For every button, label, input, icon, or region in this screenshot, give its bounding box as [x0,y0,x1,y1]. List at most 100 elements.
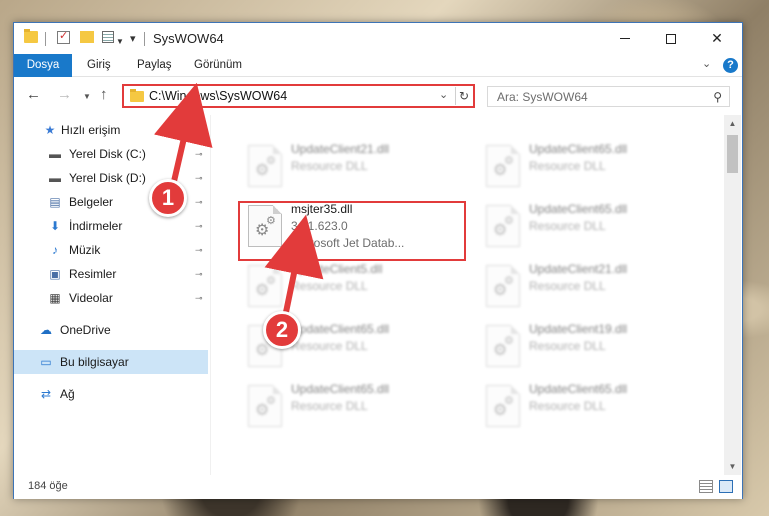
vertical-scrollbar[interactable]: ▲ ▼ [724,115,741,475]
customize-toolbar-icon[interactable]: ▾ [130,30,136,46]
pin-icon: ⊸ [195,244,203,255]
sidebar-item[interactable]: ▣ Resimler ⊸ [14,262,208,286]
quick-access-dropdown-icon[interactable]: ▼ [116,33,124,49]
file-detail: Resource DLL [529,339,606,353]
gear-icon: ⚙ [504,395,514,407]
sidebar-item-icon: ▬ [49,171,61,185]
sidebar-item[interactable]: ▭ Bu bilgisayar [14,350,208,374]
tab-file[interactable]: Dosya [14,54,72,77]
search-input[interactable]: Ara: SysWOW64 ⚲ [487,86,730,107]
close-icon: ✕ [711,30,723,46]
file-name: msjter35.dll [291,202,353,216]
file-item[interactable]: ⚙⚙ UpdateClient65.dll Resource DLL [481,379,709,437]
file-item[interactable]: ⚙ ⚙ UpdateClient5.dll Resource DLL [243,259,471,317]
dll-file-icon: ⚙⚙ [486,145,520,187]
sidebar-item-icon: ▣ [49,267,61,281]
sidebar-item-label: Müzik [69,243,101,257]
file-description: Microsoft Jet Datab... [291,236,405,250]
navigation-pane: ★ Hızlı erişim ▬ Yerel Disk (C:) ⊸ ▬ Yerel Dis… [14,115,210,475]
file-item[interactable]: ⚙ ⚙ UpdateClient19.dll Resource DLL [481,319,709,377]
details-view-icon[interactable] [699,480,713,493]
properties-icon[interactable] [102,31,114,43]
file-name: UpdateClient21.dll [529,262,628,276]
expand-ribbon-icon[interactable]: ⌄ [702,57,711,70]
address-path[interactable]: C:\Windows\SysWOW64 [149,89,287,103]
dll-file-icon: ⚙⚙ [248,205,282,247]
file-detail: Resource DLL [529,279,606,293]
large-icons-view-icon[interactable] [719,480,733,493]
sidebar-item-label: Hızlı erişim [61,123,121,137]
maximize-button[interactable] [648,23,694,54]
toolbar-divider [144,32,145,46]
title-bar: ▼ ▾ SysWOW64 ✕ [14,23,742,54]
dll-file-icon: ⚙⚙ [248,145,282,187]
file-name: UpdateClient65.dll [529,382,628,396]
file-name: UpdateClient21.dll [291,142,390,156]
chevron-down-icon[interactable]: ⌄ [439,88,448,101]
address-bar[interactable]: C:\Windows\SysWOW64 ⌄ ↻ [122,84,475,108]
sidebar-item-icon: ▭ [40,355,52,369]
sidebar-item-icon: ☁ [40,323,52,337]
sidebar-item-label: Videolar [69,291,113,305]
file-detail: Resource DLL [529,159,606,173]
sidebar-item[interactable]: ▬ Yerel Disk (C:) ⊸ [14,142,208,166]
file-name: UpdateClient65.dll [529,202,628,216]
tab-view[interactable]: Görünüm [183,54,253,77]
sidebar-item[interactable]: ▦ Videolar ⊸ [14,286,208,310]
dll-file-icon: ⚙⚙ [486,205,520,247]
sidebar-item-icon: ★ [44,123,56,137]
file-item[interactable]: ⚙⚙ UpdateClient65.dll Resource DLL [243,379,471,437]
back-arrow-icon[interactable]: ← [26,86,41,103]
sidebar-item[interactable]: ☁ OneDrive [14,318,208,342]
search-icon[interactable]: ⚲ [713,90,722,104]
close-button[interactable]: ✕ [694,23,740,54]
sidebar-item[interactable]: ⇄ Ağ [14,382,208,406]
dll-file-icon: ⚙⚙ [486,265,520,307]
sidebar-item-icon: ⬇ [49,219,61,233]
scrollbar-thumb[interactable] [727,135,738,173]
new-folder-icon[interactable] [80,31,94,43]
refresh-icon[interactable]: ↻ [455,87,472,105]
folder-icon [130,89,144,102]
sidebar-item-label: Ağ [60,387,75,401]
callout-badge-1: 1 [149,179,187,217]
scroll-down-icon[interactable]: ▼ [724,458,741,475]
file-item[interactable]: ⚙ ⚙ msjter35.dll 3.51.623.0 Microsoft Jet Da… [243,199,471,257]
forward-arrow-icon[interactable]: → [57,86,72,103]
pane-divider[interactable] [210,115,211,475]
tab-share[interactable]: Paylaş [126,54,183,77]
minimize-button[interactable] [602,23,648,54]
help-icon[interactable]: ? [723,58,738,73]
sidebar-item-label: Resimler [69,267,117,281]
sidebar-item[interactable]: ★ Hızlı erişim [14,118,208,142]
dll-file-icon: ⚙⚙ [486,385,520,427]
file-item[interactable]: ⚙⚙ UpdateClient65.dll Resource DLL [481,139,709,197]
navigation-bar: ← → ▼ ↑ C:\Windows\SysWOW64 ⌄ ↻ Ara: Sys… [14,78,742,113]
pin-icon: ⊸ [195,220,203,231]
window-title: SysWOW64 [153,31,224,46]
file-item[interactable]: ⚙⚙ UpdateClient65.dll Resource DLL [481,199,709,257]
file-item[interactable]: ⚙ ⚙ UpdateClient21.dll Resource DLL [243,139,471,197]
search-placeholder: Ara: SysWOW64 [497,90,588,104]
sidebar-item-label: Yerel Disk (C:) [69,147,146,161]
sidebar-item-label: Belgeler [69,195,114,209]
properties-check-icon[interactable] [57,29,70,44]
tab-home[interactable]: Giriş [76,54,122,77]
sidebar-item[interactable]: ⬇ İndirmeler ⊸ [14,214,208,238]
file-name: UpdateClient19.dll [529,322,628,336]
gear-icon: ⚙ [504,215,514,227]
file-explorer-window: ▼ ▾ SysWOW64 ✕ Dosya Giriş Paylaş Görünü… [13,22,743,499]
file-name: UpdateClient5.dll [291,262,383,276]
up-arrow-icon[interactable]: ↑ [100,86,108,103]
maximize-icon [666,33,676,44]
file-item[interactable]: ⚙ ⚙ UpdateClient21.dll Resource DLL [481,259,709,317]
scroll-up-icon[interactable]: ▲ [724,115,741,132]
gear-icon: ⚙ [266,215,276,227]
file-detail: Resource DLL [291,339,368,353]
file-detail: Resource DLL [291,279,368,293]
folder-icon[interactable] [24,29,38,43]
recent-locations-icon[interactable]: ▼ [83,92,91,101]
callout-badge-2: 2 [263,311,301,349]
sidebar-item[interactable]: ♪ Müzik ⊸ [14,238,208,262]
dll-file-icon: ⚙⚙ [486,325,520,367]
